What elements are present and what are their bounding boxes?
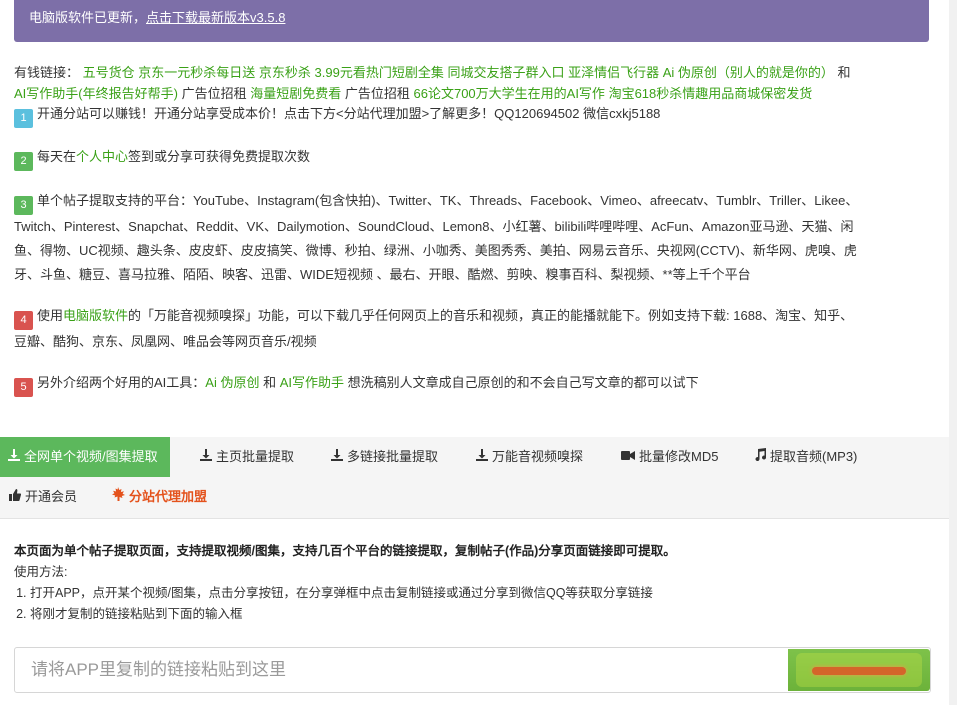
- download-link[interactable]: 点击下载最新版本v3.5.8: [146, 10, 285, 25]
- notice-and: 和: [263, 375, 277, 390]
- tab-label: 万能音视频嗅探: [492, 449, 584, 464]
- platforms-line-1: 单个帖子提取支持的平台：YouTube、Instagram(包含快拍)、Twit…: [37, 193, 859, 208]
- sponsor-links: 有钱链接： 五号货仓 京东一元秒杀每日送 京东秒杀 3.99元看热门短剧全集 同…: [14, 62, 934, 104]
- badge-2: 2: [14, 152, 33, 171]
- notice-text-1: 开通分站可以赚钱！开通分站享受成本价！点击下方<分站代理加盟>了解更多！QQ12…: [37, 106, 661, 121]
- links-and: 和: [837, 65, 851, 80]
- thumbs-up-icon: [9, 477, 22, 517]
- link-item-4[interactable]: 亚泽情侣飞行器: [568, 65, 659, 80]
- notice-item-5: 5 另外介绍两个好用的AI工具：Ai 伪原创 和 AI写作助手 想洗稿别人文章成自…: [14, 371, 934, 397]
- link-paper[interactable]: 66论文700万大学生在用的AI写作: [414, 86, 605, 101]
- desktop-software-link[interactable]: 电脑版软件: [63, 308, 128, 323]
- link-item-2[interactable]: 京东秒杀 3.99元看热门短剧全集: [259, 65, 444, 80]
- link-input-group: [14, 647, 931, 693]
- tab-sniffer[interactable]: 万能音视频嗅探: [476, 437, 583, 477]
- badge-3: 3: [14, 196, 33, 215]
- notice-text-4b: 的「万能音视频嗅探」功能，可以下载几乎任何网页上的音乐和视频，真正的能播就能下。…: [128, 308, 854, 323]
- video-camera-icon: [621, 437, 635, 477]
- tab-home-batch[interactable]: 主页批量提取: [200, 437, 294, 477]
- download-icon: [476, 437, 488, 477]
- tab-membership[interactable]: 开通会员: [9, 477, 77, 517]
- platforms-line-2: Twitch、Pinterest、Snapchat、Reddit、VK、Dail…: [14, 219, 854, 234]
- badge-5: 5: [14, 378, 33, 397]
- user-center-link[interactable]: 个人中心: [76, 149, 128, 164]
- update-banner: 电脑版软件已更新，点击下载最新版本v3.5.8: [14, 0, 929, 42]
- instructions: 本页面为单个帖子提取页面，支持提取视频/图集，支持几百个平台的链接提取，复制帖子…: [14, 541, 934, 625]
- notice-item-2: 2 每天在个人中心签到或分享可获得免费提取次数: [14, 145, 934, 171]
- notice-text-5b: 想洗稿别人文章成自己原创的和不会自己写文章的都可以试下: [347, 375, 699, 390]
- tab-label: 分站代理加盟: [129, 489, 208, 504]
- link-item-1[interactable]: 京东一元秒杀每日送: [138, 65, 255, 80]
- platforms-line-3: 鱼、得物、UC视频、趣头条、皮皮虾、皮皮搞笑、微博、秒拍、绿洲、小咖秀、美图秀秀…: [14, 243, 857, 258]
- platforms-line-4: 牙、斗鱼、糖豆、喜马拉雅、陌陌、映客、迅雷、WIDE短视频 、最右、开眼、酷燃、…: [14, 267, 751, 282]
- download-icon: [8, 437, 20, 477]
- music-note-icon: [754, 437, 767, 477]
- link-ai-write[interactable]: AI写作助手(年终报告好帮手): [14, 86, 178, 101]
- usage-step-1: 打开APP，点开某个视频/图集，点击分享按钮，在分享弹框中点击复制链接或通过分享…: [30, 583, 934, 604]
- tool-tabs: 全网单个视频/图集提取 主页批量提取 多链接批量提取 万能音视频嗅探 批量修改M…: [0, 437, 949, 519]
- tab-audio[interactable]: 提取音频(MP3): [754, 437, 857, 477]
- tab-label: 提取音频(MP3): [770, 449, 858, 464]
- ai-rewrite-link[interactable]: Ai 伪原创: [205, 375, 259, 390]
- link-item-0[interactable]: 五号货仓: [83, 65, 135, 80]
- ad-slot-2: 广告位招租: [344, 86, 410, 101]
- scrollbar-track[interactable]: [949, 0, 957, 705]
- usage-label: 使用方法:: [14, 565, 68, 579]
- maple-leaf-icon: [111, 477, 125, 517]
- notice-text-2a: 每天在: [37, 149, 77, 164]
- tab-md5[interactable]: 批量修改MD5: [621, 437, 718, 477]
- link-taobao[interactable]: 淘宝618秒杀情趣用品商城保密发货: [609, 86, 813, 101]
- badge-1: 1: [14, 109, 33, 128]
- notice-text-2b: 签到或分享可获得免费提取次数: [128, 149, 311, 164]
- notice-item-4: 4 使用电脑版软件的「万能音视频嗅探」功能，可以下载几乎任何网页上的音乐和视频，真…: [14, 304, 934, 354]
- button-stripe: [812, 667, 906, 675]
- ai-write-link[interactable]: AI写作助手: [280, 375, 344, 390]
- download-icon: [200, 437, 212, 477]
- link-input[interactable]: [15, 648, 793, 692]
- link-item-3[interactable]: 同城交友搭子群入口: [447, 65, 564, 80]
- link-drama[interactable]: 海量短剧免费看: [250, 86, 341, 101]
- tab-agency[interactable]: 分站代理加盟: [111, 477, 207, 517]
- tab-label: 全网单个视频/图集提取: [24, 449, 158, 464]
- notice-text-5a: 另外介绍两个好用的AI工具：: [37, 375, 206, 390]
- tab-multi-link[interactable]: 多链接批量提取: [331, 437, 438, 477]
- notice-item-1: 1 开通分站可以赚钱！开通分站享受成本价！点击下方<分站代理加盟>了解更多！QQ1…: [14, 102, 934, 128]
- usage-step-2: 将刚才复制的链接粘贴到下面的输入框: [30, 604, 934, 625]
- tab-label: 主页批量提取: [216, 449, 295, 464]
- links-label: 有钱链接：: [14, 65, 80, 80]
- tab-single-extract[interactable]: 全网单个视频/图集提取: [0, 437, 170, 477]
- notice-text-4c: 豆瓣、酷狗、京东、凤凰网、唯品会等网页音乐/视频: [14, 334, 317, 349]
- tab-label: 多链接批量提取: [347, 449, 439, 464]
- usage-steps: 打开APP，点开某个视频/图集，点击分享按钮，在分享弹框中点击复制链接或通过分享…: [14, 583, 934, 625]
- page-description: 本页面为单个帖子提取页面，支持提取视频/图集，支持几百个平台的链接提取，复制帖子…: [14, 544, 676, 558]
- notice-item-3: 3 单个帖子提取支持的平台：YouTube、Instagram(包含快拍)、Twi…: [14, 189, 934, 287]
- notice-text-4a: 使用: [37, 308, 64, 323]
- tab-label: 批量修改MD5: [639, 449, 719, 464]
- badge-4: 4: [14, 311, 33, 330]
- download-icon: [331, 437, 343, 477]
- ad-slot-1: 广告位招租: [181, 86, 247, 101]
- link-item-5[interactable]: Ai 伪原创（别人的就是你的）: [663, 65, 834, 80]
- update-text: 电脑版软件已更新，: [29, 10, 147, 25]
- notice-panel: 电脑版软件已更新，点击下载最新版本v3.5.8 有钱链接： 五号货仓 京东一元秒…: [0, 0, 949, 418]
- extract-button[interactable]: [788, 649, 930, 691]
- tab-label: 开通会员: [25, 489, 78, 504]
